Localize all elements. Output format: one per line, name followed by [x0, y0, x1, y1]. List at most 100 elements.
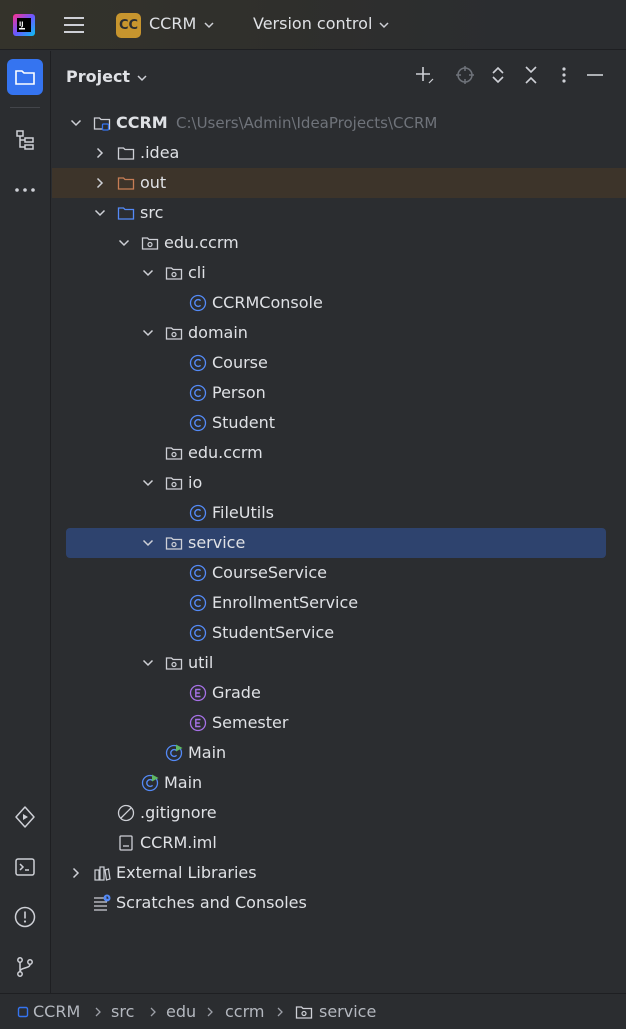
- iml-file-icon: [119, 835, 133, 851]
- chevron-down-icon[interactable]: [141, 536, 155, 550]
- tree-item-path: C:\Users\Admin\IdeaProjects\CCRM: [176, 114, 438, 132]
- tree-row[interactable]: CCRM C:\Users\Admin\IdeaProjects\CCRM: [52, 108, 626, 138]
- tree-row[interactable]: Student: [52, 408, 626, 438]
- tree-row[interactable]: StudentService: [52, 618, 626, 648]
- tree-row[interactable]: CCRM.iml: [52, 828, 626, 858]
- tree-row[interactable]: .gitignore: [52, 798, 626, 828]
- tree-item-label: .gitignore: [140, 803, 217, 822]
- tree-row[interactable]: Person: [52, 378, 626, 408]
- tree-item-label: src: [140, 203, 164, 222]
- tree-item-label: EnrollmentService: [212, 593, 359, 612]
- tree-row[interactable]: FileUtils: [52, 498, 626, 528]
- breadcrumb-item[interactable]: service: [319, 1002, 376, 1021]
- module-icon: [17, 1006, 29, 1018]
- main-menu-icon[interactable]: [62, 13, 86, 37]
- breadcrumb-item[interactable]: ccrm: [225, 1002, 264, 1021]
- tree-row[interactable]: io: [52, 468, 626, 498]
- tree-row[interactable]: Scratches and Consoles: [52, 888, 626, 918]
- tree-row[interactable]: Main: [52, 738, 626, 768]
- options-menu-icon[interactable]: [554, 65, 574, 85]
- tree-item-label: Scratches and Consoles: [116, 893, 307, 912]
- panel-title[interactable]: Project: [66, 67, 130, 86]
- tree-row[interactable]: External Libraries: [52, 858, 626, 888]
- chevron-right-icon[interactable]: [69, 866, 83, 880]
- tree-row[interactable]: out: [52, 168, 626, 198]
- toolbar-divider: [10, 107, 40, 108]
- tree-row[interactable]: CourseService: [52, 558, 626, 588]
- class-icon: [189, 594, 207, 612]
- collapse-all-icon[interactable]: [521, 65, 541, 85]
- package-icon: [141, 237, 159, 250]
- tree-row[interactable]: EnrollmentService: [52, 588, 626, 618]
- tree-row[interactable]: Main: [52, 768, 626, 798]
- tree-row[interactable]: edu.ccrm: [52, 438, 626, 468]
- project-selector[interactable]: CCRM: [149, 14, 196, 33]
- tree-row[interactable]: util: [52, 648, 626, 678]
- breadcrumb-item[interactable]: CCRM: [33, 1002, 80, 1021]
- tree-row[interactable]: domain: [52, 318, 626, 348]
- chevron-down-icon[interactable]: [202, 18, 216, 32]
- tree-item-label: util: [188, 653, 214, 672]
- project-tool-button[interactable]: [7, 59, 43, 95]
- problems-tool-button[interactable]: [7, 899, 43, 935]
- left-tool-strip: [0, 51, 51, 993]
- tree-item-label: Main: [188, 743, 227, 762]
- project-badge[interactable]: CC: [116, 13, 141, 38]
- structure-tool-button[interactable]: [7, 122, 43, 158]
- class-icon: [189, 624, 207, 642]
- chevron-down-icon[interactable]: [377, 18, 391, 32]
- version-control-menu[interactable]: Version control: [253, 14, 372, 33]
- terminal-tool-button[interactable]: [7, 849, 43, 885]
- tree-item-label: Grade: [212, 683, 261, 702]
- tree-row[interactable]: edu.ccrm: [52, 228, 626, 258]
- breadcrumb-item[interactable]: src: [111, 1002, 134, 1021]
- add-file-icon[interactable]: [414, 65, 434, 85]
- tree-row[interactable]: Semester: [52, 708, 626, 738]
- ignored-file-icon: [117, 804, 135, 822]
- package-icon: [165, 267, 183, 280]
- module-folder-icon: [93, 117, 111, 131]
- chevron-down-icon[interactable]: [93, 206, 107, 220]
- package-icon: [165, 327, 183, 340]
- tree-item-label: FileUtils: [212, 503, 274, 522]
- more-tools-button[interactable]: [7, 172, 43, 208]
- chevron-down-icon[interactable]: [141, 656, 155, 670]
- intellij-logo-icon[interactable]: IJ: [12, 13, 36, 37]
- tree-row[interactable]: Course: [52, 348, 626, 378]
- tree-row[interactable]: Grade: [52, 678, 626, 708]
- services-tool-button[interactable]: [7, 799, 43, 835]
- package-icon: [165, 477, 183, 490]
- problems-icon: [14, 906, 36, 928]
- tree-item-label: out: [140, 173, 167, 192]
- chevron-down-icon[interactable]: [141, 266, 155, 280]
- tree-item-label: domain: [188, 323, 248, 342]
- tree-item-label: service: [188, 533, 246, 552]
- class-icon: [189, 414, 207, 432]
- tree-row[interactable]: .idea: [52, 138, 626, 168]
- main-class-icon: [141, 774, 159, 792]
- chevron-down-icon[interactable]: [141, 476, 155, 490]
- chevron-right-icon[interactable]: [93, 176, 107, 190]
- tree-item-label: .idea: [140, 143, 180, 162]
- class-icon: [189, 354, 207, 372]
- package-icon: [165, 657, 183, 670]
- git-tool-button[interactable]: [7, 949, 43, 985]
- tree-row[interactable]: CCRMConsole: [52, 288, 626, 318]
- tree-item-label: edu.ccrm: [164, 233, 239, 252]
- package-icon: [165, 537, 183, 550]
- chevron-down-icon[interactable]: [141, 326, 155, 340]
- chevron-right-icon[interactable]: [93, 146, 107, 160]
- chevron-down-icon[interactable]: [69, 116, 83, 130]
- breadcrumb-item[interactable]: edu: [166, 1002, 196, 1021]
- chevron-down-icon[interactable]: [135, 71, 149, 85]
- status-bar: CCRM src edu ccrm service: [0, 993, 626, 1029]
- tree-row[interactable]: src: [52, 198, 626, 228]
- tree-row[interactable]: cli: [52, 258, 626, 288]
- chevron-down-icon[interactable]: [117, 236, 131, 250]
- tree-row[interactable]: service: [52, 528, 626, 558]
- locate-file-icon[interactable]: [455, 65, 475, 85]
- hide-panel-icon[interactable]: [585, 65, 605, 85]
- more-horizontal-icon: [15, 188, 35, 192]
- tree-item-label: Course: [212, 353, 268, 372]
- expand-all-icon[interactable]: [488, 65, 508, 85]
